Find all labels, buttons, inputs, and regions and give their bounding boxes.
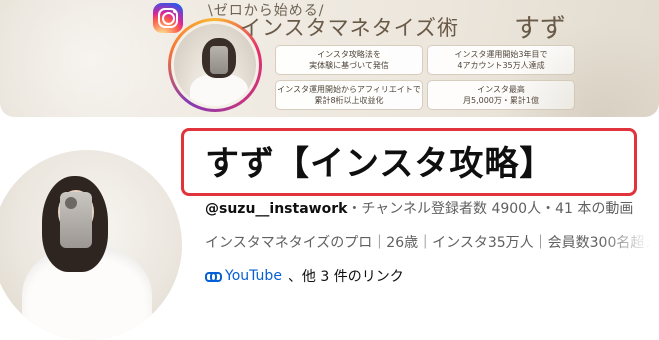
banner-feature-box: インスタ運用開始からアフィリエイトで 累計8桁以上収益化 bbox=[275, 80, 423, 110]
banner-feature-box: インスタ運用開始3年目で 4アカウント35万人達成 bbox=[427, 45, 575, 75]
banner-feature-box: インスタ攻略法を 実体験に基づいて発信 bbox=[275, 45, 423, 75]
banner-box-line: 実体験に基づいて発信 bbox=[309, 61, 389, 70]
banner-feature-box: インスタ最高 月5,000万・累計1億 bbox=[427, 80, 575, 110]
instagram-icon bbox=[153, 3, 183, 33]
channel-stats: ・チャンネル登録者数 4900人・41 本の動画 bbox=[347, 201, 634, 217]
banner-box-line: インスタ攻略法を bbox=[317, 50, 381, 59]
more-links[interactable]: 、他 3 件のリンク bbox=[288, 266, 404, 286]
banner-name: すず bbox=[514, 14, 567, 44]
banner-box-line: 累計8桁以上収益化 bbox=[314, 96, 384, 105]
banner-box-line: 4アカウント35万人達成 bbox=[457, 61, 545, 70]
banner-box-line: インスタ運用開始3年目で bbox=[454, 50, 548, 59]
banner-title: インスタマネタイズ術 bbox=[240, 16, 459, 40]
banner-box-line: インスタ最高 bbox=[477, 85, 525, 94]
channel-banner: \ゼロから始める/ インスタマネタイズ術 すず インスタ攻略法を 実体験に基づい… bbox=[0, 0, 659, 117]
youtube-link[interactable]: YouTube bbox=[225, 268, 282, 284]
description-fade bbox=[600, 228, 659, 254]
channel-handle[interactable]: @suzu__instawork bbox=[205, 201, 347, 217]
channel-avatar[interactable] bbox=[0, 150, 182, 340]
banner-box-line: インスタ運用開始からアフィリエイトで bbox=[277, 85, 421, 94]
channel-description[interactable]: インスタマネタイズのプロ｜26歳｜インスタ35万人｜会員数300名超えの bbox=[205, 232, 659, 252]
banner-box-line: 月5,000万・累計1億 bbox=[463, 96, 539, 105]
link-icon bbox=[205, 271, 222, 282]
channel-meta: @suzu__instawork・チャンネル登録者数 4900人・41 本の動画 bbox=[205, 198, 633, 218]
channel-name: すず【インスタ攻略】 bbox=[205, 144, 555, 184]
channel-links: YouTube 、他 3 件のリンク bbox=[205, 266, 404, 286]
